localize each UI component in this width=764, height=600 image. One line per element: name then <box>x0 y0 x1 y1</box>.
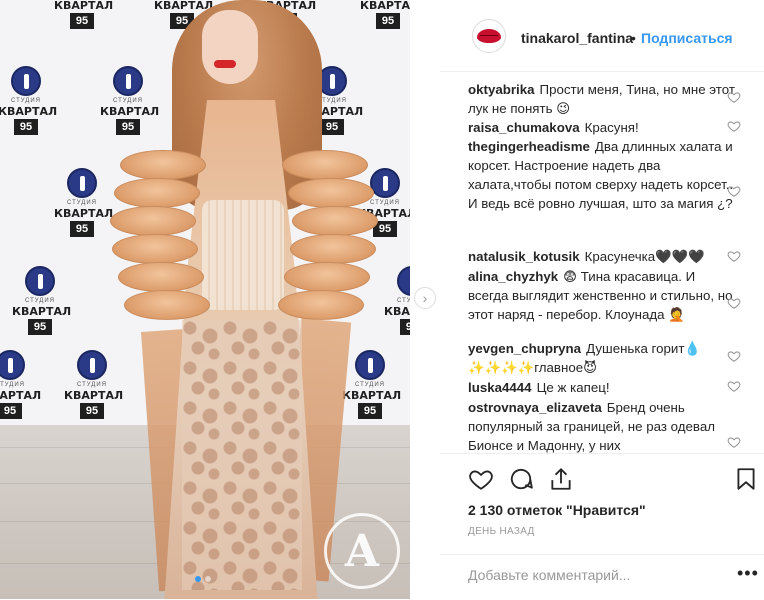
carousel-dot <box>195 576 201 582</box>
lips-icon <box>477 29 501 43</box>
post-photo[interactable]: КВАРТАЛ95 КВАРТАЛ95 КВАРТАЛ95 КВАРТАЛ95 … <box>0 0 410 599</box>
comment-bubble-icon[interactable] <box>508 466 534 492</box>
backdrop-logo: СТУДИЯКВАРТАЛ95 <box>10 266 71 338</box>
comment-item: yevgen_chupryna Душенька горит💧 ✨✨✨✨главн… <box>468 339 738 377</box>
separator-dot: • <box>631 30 636 46</box>
comment-item: thegingerheadisme Два длинных халата и ко… <box>468 137 738 213</box>
follow-button[interactable]: Подписаться <box>641 30 733 46</box>
likes-count[interactable]: 2 130 отметок "Нравится" <box>468 502 646 518</box>
avatar[interactable] <box>472 19 506 53</box>
backdrop-logo: СТУДИЯКВАРТАЛ95 <box>52 168 113 240</box>
comment-username[interactable]: thegingerheadisme <box>468 139 590 154</box>
comment-item: ostrovnaya_elizaveta Бренд очень популярн… <box>468 398 738 453</box>
username-link[interactable]: tinakarol_fantina <box>521 30 633 46</box>
comment-username[interactable]: raisa_chumakova <box>468 120 580 135</box>
comments-list[interactable]: oktyabrika Прости меня, Тина, но мне этот… <box>440 73 764 453</box>
like-comment-heart-icon[interactable] <box>727 349 741 363</box>
comment-item: natalusik_kotusik Красунечка🖤🖤🖤 <box>468 247 738 266</box>
comment-text: Красунечка🖤🖤🖤 <box>584 249 705 264</box>
like-comment-heart-icon[interactable] <box>727 184 741 198</box>
person-figure <box>110 0 378 599</box>
backdrop-logo: СТУДИЯКВАРТАЛ95 <box>382 266 410 338</box>
more-options-icon[interactable]: ••• <box>737 563 759 584</box>
next-photo-button[interactable]: › <box>414 287 436 309</box>
comment-item: raisa_chumakova Красуня! <box>468 118 738 137</box>
post-header: tinakarol_fantina • Подписаться <box>440 0 764 72</box>
watermark-logo: A <box>324 513 400 589</box>
like-comment-heart-icon[interactable] <box>727 249 741 263</box>
comment-username[interactable]: natalusik_kotusik <box>468 249 580 264</box>
comment-item: oktyabrika Прости меня, Тина, но мне этот… <box>468 80 738 118</box>
post-actions: 2 130 отметок "Нравится" ДЕНЬ НАЗАД Доба… <box>440 453 764 583</box>
post-date[interactable]: ДЕНЬ НАЗАД <box>468 526 535 537</box>
carousel-dot <box>205 576 211 582</box>
like-comment-heart-icon[interactable] <box>727 379 741 393</box>
like-heart-icon[interactable] <box>468 466 494 492</box>
like-comment-heart-icon[interactable] <box>727 119 741 133</box>
comment-username[interactable]: luska4444 <box>468 380 532 395</box>
like-comment-heart-icon[interactable] <box>727 435 741 449</box>
like-comment-heart-icon[interactable] <box>727 90 741 104</box>
like-comment-heart-icon[interactable] <box>727 296 741 310</box>
comment-item: alina_chyzhyk 😨 Тина красавица. И всегда … <box>468 267 738 324</box>
backdrop-logo: КВАРТАЛ95 <box>54 0 114 29</box>
add-comment-bar: Добавьте комментарий... ••• <box>440 554 764 600</box>
comment-username[interactable]: ostrovnaya_elizaveta <box>468 400 602 415</box>
post-sidebar: tinakarol_fantina • Подписаться oktyabri… <box>440 0 764 599</box>
instagram-post: КВАРТАЛ95 КВАРТАЛ95 КВАРТАЛ95 КВАРТАЛ95 … <box>0 0 764 599</box>
backdrop-logo: СТУДИЯКВАРТАЛ95 <box>0 66 57 138</box>
carousel-dots <box>195 576 211 582</box>
comment-input[interactable]: Добавьте комментарий... <box>468 567 630 583</box>
comment-text: Це ж капец! <box>536 380 610 395</box>
share-icon[interactable] <box>548 466 574 492</box>
comment-text: Красуня! <box>584 120 639 135</box>
bookmark-icon[interactable] <box>733 466 759 492</box>
comment-username[interactable]: yevgen_chupryna <box>468 341 581 356</box>
comment-item: luska4444 Це ж капец! <box>468 378 738 397</box>
chevron-right-icon: › <box>422 290 428 306</box>
comment-username[interactable]: alina_chyzhyk <box>468 269 558 284</box>
comment-username[interactable]: oktyabrika <box>468 82 535 97</box>
backdrop-logo: СТУДИЯКВАРТАЛ95 <box>0 350 41 422</box>
